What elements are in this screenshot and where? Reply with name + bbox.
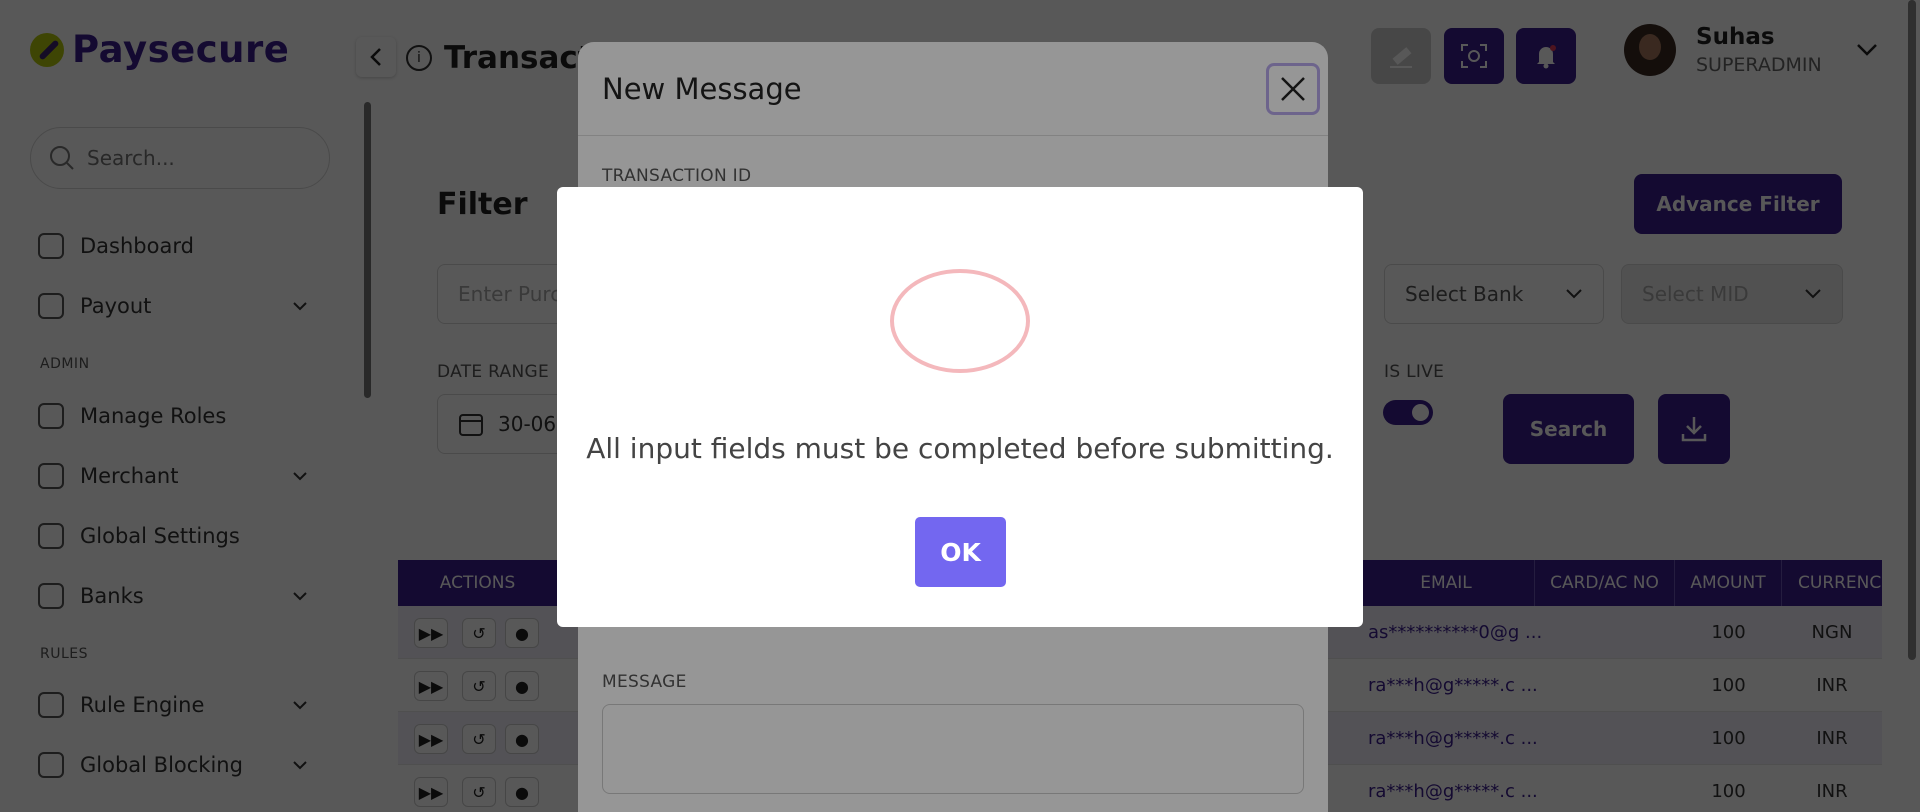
error-icon	[890, 269, 1030, 373]
alert-message: All input fields must be completed befor…	[586, 432, 1334, 465]
ok-button[interactable]: OK	[915, 517, 1006, 587]
alert-dialog: All input fields must be completed befor…	[557, 187, 1363, 627]
